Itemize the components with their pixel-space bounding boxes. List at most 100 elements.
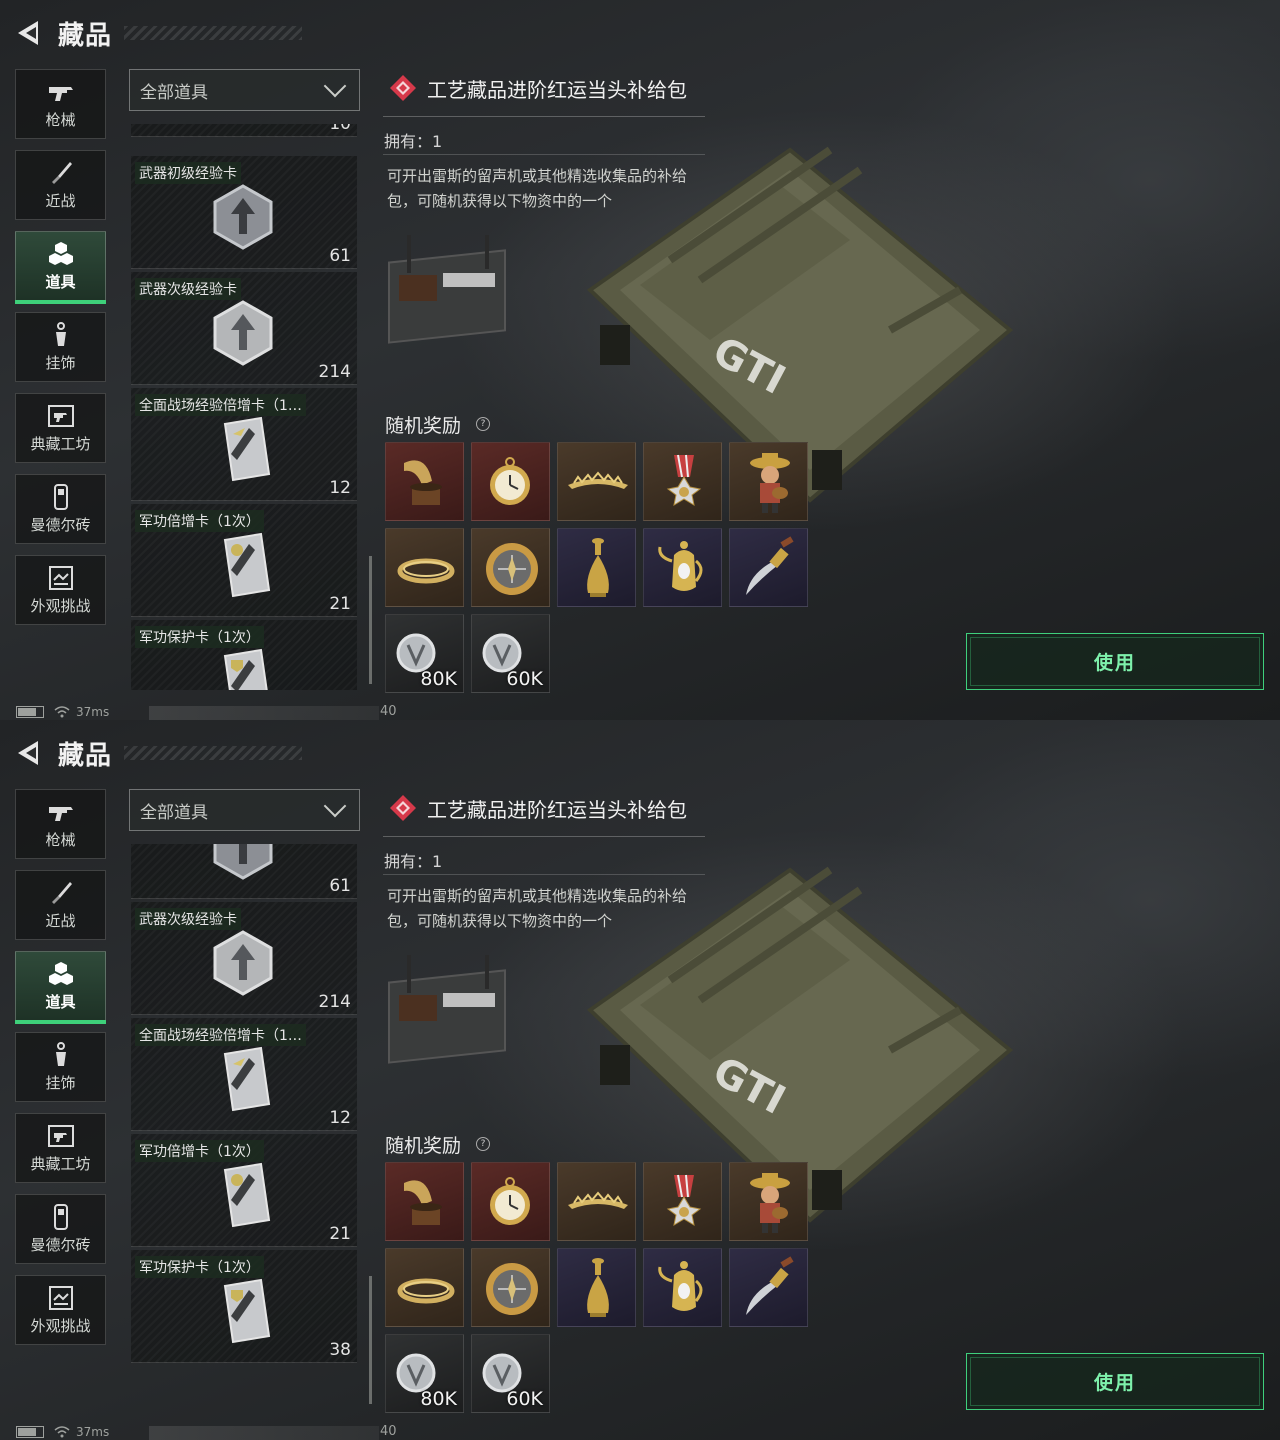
item-count: 21: [329, 1224, 351, 1244]
tiara-icon: [568, 471, 628, 489]
use-button[interactable]: 使用: [966, 633, 1264, 690]
nav-item-guns[interactable]: 枪械: [15, 789, 106, 859]
item-count: 12: [329, 478, 351, 498]
list-item[interactable]: 军功倍增卡（1次） 21: [131, 1134, 357, 1247]
cubes-icon: [47, 241, 75, 267]
reward-slot[interactable]: [471, 528, 550, 607]
nav-item-challenges[interactable]: 外观挑战: [15, 555, 106, 625]
bracelet-icon: [397, 1278, 455, 1304]
back-arrow-icon[interactable]: [16, 738, 42, 768]
reward-slot[interactable]: [643, 1162, 722, 1241]
list-item[interactable]: 10: [131, 124, 357, 137]
list-scrollbar[interactable]: [369, 556, 372, 684]
list-item[interactable]: 全面战场经验倍增卡（1… 12: [131, 1018, 357, 1131]
item-list[interactable]: 10 武器初级经验卡 61 武器次级经验卡 214 全面战场经验倍增卡（1… 1…: [131, 124, 359, 690]
nav-item-melee[interactable]: 近战: [15, 870, 106, 940]
help-icon[interactable]: ?: [476, 1137, 490, 1151]
reward-slot[interactable]: [643, 1248, 722, 1327]
reward-slot[interactable]: [471, 442, 550, 521]
category-nav: 枪械 近战 道具 挂饰 典藏工坊 曼德尔砖 外观挑战: [15, 69, 106, 636]
nav-label: 道具: [45, 992, 76, 1011]
item-list[interactable]: 61 武器次级经验卡 214 全面战场经验倍增卡（1… 12 军功倍增卡（1次）…: [131, 844, 359, 1410]
nav-item-charms[interactable]: 挂饰: [15, 1032, 106, 1102]
challenge-icon: [47, 1285, 75, 1311]
reward-slot[interactable]: [729, 442, 808, 521]
reward-slot[interactable]: 60K: [471, 1334, 550, 1413]
knife-icon: [47, 160, 75, 186]
list-item[interactable]: 军功保护卡（1次） 38: [131, 1250, 357, 1363]
teapot-icon: [658, 541, 703, 591]
page-title: 藏品: [58, 20, 113, 51]
back-arrow-icon[interactable]: [16, 18, 42, 48]
gun-icon: [47, 799, 75, 825]
item-name: 军功保护卡（1次）: [135, 1256, 264, 1278]
nav-item-mandel-brick[interactable]: 曼德尔砖: [15, 474, 106, 544]
reward-slot[interactable]: 60K: [471, 614, 550, 693]
nav-item-items[interactable]: 道具: [15, 231, 106, 304]
nav-label: 近战: [45, 191, 76, 210]
nav-item-items[interactable]: 道具: [15, 951, 106, 1024]
reward-slot[interactable]: [557, 1162, 636, 1241]
nav-item-guns[interactable]: 枪械: [15, 69, 106, 139]
filter-dropdown[interactable]: 全部道具: [129, 69, 360, 111]
list-item[interactable]: 军功保护卡（1次）: [131, 620, 357, 690]
reward-slot[interactable]: [557, 528, 636, 607]
item-name: 军功倍增卡（1次）: [135, 510, 264, 532]
vase-icon: [587, 538, 609, 597]
nav-item-melee[interactable]: 近战: [15, 150, 106, 220]
reward-slot[interactable]: 80K: [385, 1334, 464, 1413]
pocket-watch-icon: [490, 457, 530, 505]
divider: [383, 116, 705, 117]
nav-item-charms[interactable]: 挂饰: [15, 312, 106, 382]
merit-boost-card-icon: [223, 532, 271, 598]
boost-card-icon: [223, 416, 271, 482]
reward-slot[interactable]: [385, 1162, 464, 1241]
charm-icon: [47, 321, 75, 348]
rewards-title: 随机奖励: [385, 415, 462, 437]
nav-item-workshop[interactable]: 典藏工坊: [15, 1113, 106, 1183]
nav-label: 曼德尔砖: [30, 1235, 91, 1254]
reward-slot[interactable]: [471, 1248, 550, 1327]
radio-device-image: [388, 955, 506, 1064]
list-item[interactable]: 武器次级经验卡 214: [131, 272, 357, 385]
nav-item-mandel-brick[interactable]: 曼德尔砖: [15, 1194, 106, 1264]
item-title: 工艺藏品进阶红运当头补给包: [427, 798, 687, 822]
reward-slot[interactable]: [729, 528, 808, 607]
reward-slot[interactable]: [471, 1162, 550, 1241]
item-count: 214: [318, 362, 351, 382]
filter-dropdown[interactable]: 全部道具: [129, 789, 360, 831]
knife-icon: [47, 880, 75, 906]
list-item[interactable]: 全面战场经验倍增卡（1… 12: [131, 388, 357, 501]
item-count: 214: [318, 992, 351, 1012]
help-icon[interactable]: ?: [476, 417, 490, 431]
reward-slot[interactable]: [729, 1162, 808, 1241]
reward-slot[interactable]: [385, 528, 464, 607]
reward-slot[interactable]: 80K: [385, 614, 464, 693]
use-button[interactable]: 使用: [966, 1353, 1264, 1410]
gramophone-icon: [404, 460, 442, 505]
reward-slot[interactable]: [557, 442, 636, 521]
exp-card-icon: [213, 930, 273, 996]
nav-item-challenges[interactable]: 外观挑战: [15, 1275, 106, 1345]
item-name: 全面战场经验倍增卡（1…: [135, 394, 306, 416]
list-item[interactable]: 军功倍增卡（1次） 21: [131, 504, 357, 617]
header: 藏品: [16, 736, 302, 771]
item-count: 38: [329, 1340, 351, 1360]
reward-slot[interactable]: [643, 442, 722, 521]
reward-slot[interactable]: [643, 528, 722, 607]
list-item[interactable]: 武器初级经验卡 61: [131, 156, 357, 269]
reward-slot[interactable]: [557, 1248, 636, 1327]
list-scrollbar[interactable]: [369, 1276, 372, 1404]
list-item[interactable]: 61: [131, 844, 357, 899]
owned-count: 拥有：1: [384, 132, 443, 151]
nav-label: 典藏工坊: [30, 434, 91, 453]
reward-slot[interactable]: [385, 442, 464, 521]
list-item[interactable]: 武器次级经验卡 214: [131, 902, 357, 1015]
reward-slot[interactable]: [385, 1248, 464, 1327]
exp-card-icon: [213, 844, 273, 880]
progress-bar: [149, 706, 379, 720]
rarity-diamond-icon: [390, 795, 416, 821]
reward-slot[interactable]: [729, 1248, 808, 1327]
nav-item-workshop[interactable]: 典藏工坊: [15, 393, 106, 463]
nav-label: 外观挑战: [30, 1316, 91, 1335]
